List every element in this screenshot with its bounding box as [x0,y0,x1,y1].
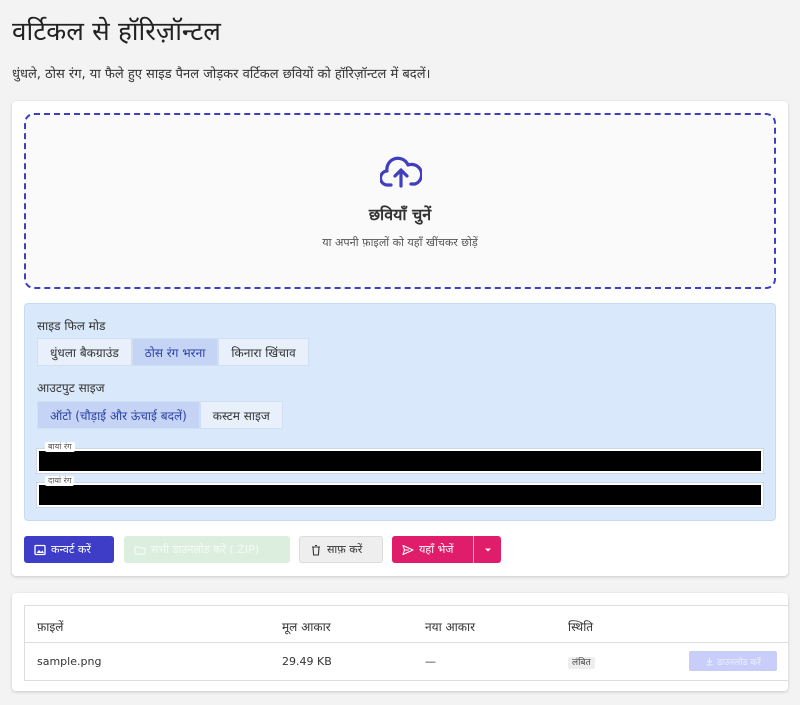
fill-mode-stretch[interactable]: किनारा खिंचाव [218,338,309,366]
header-files: फ़ाइलें [37,620,64,634]
converter-card: छवियाँ चुनें या अपनी फ़ाइलों को यहाँ खीं… [12,101,788,576]
fill-mode-blur[interactable]: धुंधला बैकग्राउंड [37,338,132,366]
row-download-label: डाउनलोड करें [717,657,761,668]
fill-mode-solid[interactable]: ठोस रंग भरना [131,338,219,366]
delete-icon [312,544,320,556]
output-size-custom[interactable]: कस्टम साइज [199,401,283,429]
send-icon [402,544,414,555]
dropzone-subtitle: या अपनी फ़ाइलों को यहाँ खींचकर छोड़ें [322,236,478,249]
header-status: स्थिति [568,620,594,634]
right-color-field[interactable]: दायां रंग [37,476,763,507]
right-color-label: दायां रंग [45,476,75,486]
status-badge: लंबित [568,657,595,669]
dropzone[interactable]: छवियाँ चुनें या अपनी फ़ाइलों को यहाँ खीं… [24,113,776,289]
left-color-field[interactable]: बायां रंग [37,442,763,473]
row-download-button[interactable]: डाउनलोड करें [689,651,777,671]
download-icon [706,657,713,665]
caret-down-icon [484,548,491,551]
files-table: फ़ाइलें मूल आकार नया आकार स्थिति sample.… [24,605,788,681]
send-here-label: यहाँ भेजें [419,543,454,556]
convert-button[interactable]: कन्वर्ट करें [24,536,114,563]
left-color-label: बायां रंग [45,442,75,452]
dropzone-title: छवियाँ चुनें [368,205,432,224]
header-new-size: नया आकार [425,620,476,634]
page-title: वर्टिकल से हॉरिज़ॉन्टल [12,17,221,47]
convert-label: कन्वर्ट करें [51,543,91,556]
output-size-label: आउटपुट साइज [37,381,105,395]
new-size: — [425,655,436,668]
page-subtitle: धुंधले, ठोस रंग, या फैले हुए साइड पैनल ज… [12,67,431,82]
fill-mode-label: साइड फिल मोड [37,319,106,333]
output-size-auto[interactable]: ऑटो (चौड़ाई और ऊंचाई बदलें) [37,401,200,429]
folder-icon [134,545,146,555]
status-cell: लंबित [568,655,595,669]
header-original-size: मूल आकार [282,620,331,634]
output-size-group: ऑटो (चौड़ाई और ऊंचाई बदलें) कस्टम साइज [37,401,283,429]
files-card: फ़ाइलें मूल आकार नया आकार स्थिति sample.… [12,593,788,691]
download-all-label: सभी डाउनलोड करें (.ZIP) [151,543,260,556]
fill-mode-group: धुंधला बैकग्राउंड ठोस रंग भरना किनारा खि… [37,338,309,366]
cloud-upload-icon [380,156,422,188]
file-name: sample.png [37,655,102,668]
clear-label: साफ़ करें [327,543,363,556]
download-all-button[interactable]: सभी डाउनलोड करें (.ZIP) [124,536,290,563]
send-here-button[interactable]: यहाँ भेजें [392,536,473,563]
table-header: फ़ाइलें मूल आकार नया आकार स्थिति [25,606,788,643]
clear-button[interactable]: साफ़ करें [299,536,383,563]
options-panel: साइड फिल मोड धुंधला बैकग्राउंड ठोस रंग भ… [24,303,776,521]
original-size: 29.49 KB [282,655,332,668]
send-dropdown-button[interactable] [473,536,501,563]
image-icon [34,544,46,555]
